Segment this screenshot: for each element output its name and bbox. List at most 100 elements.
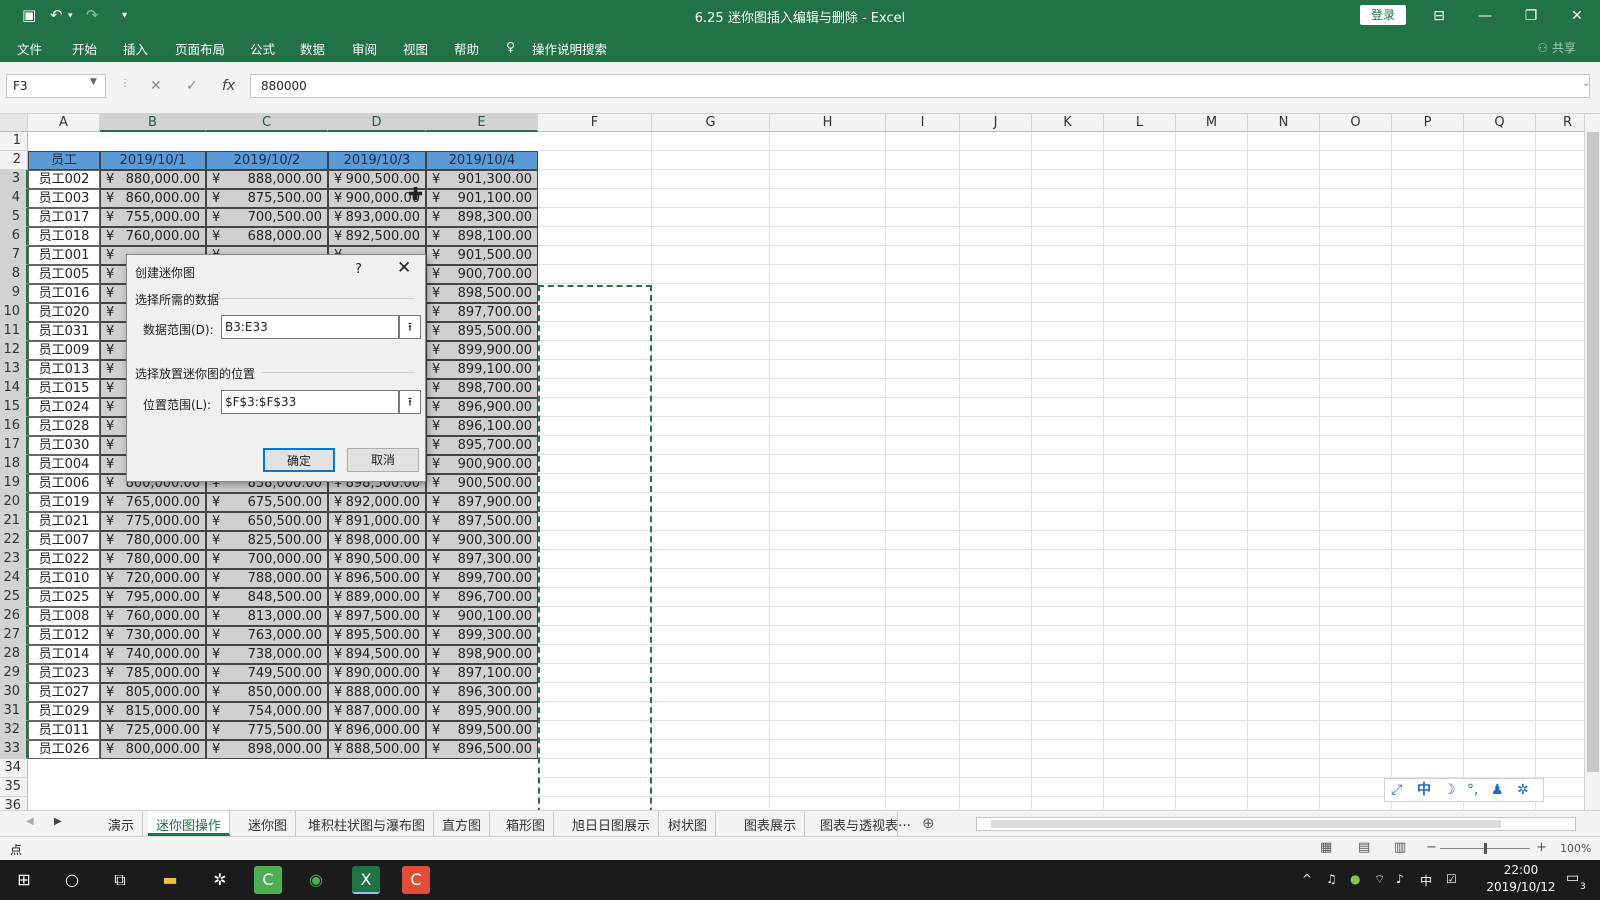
empty-cell[interactable] [1104, 151, 1176, 170]
empty-cell[interactable] [1464, 759, 1536, 778]
zoom-slider-thumb[interactable] [1484, 843, 1487, 854]
empty-cell[interactable] [886, 550, 960, 569]
row-header[interactable]: 30 [0, 683, 28, 702]
tab-file[interactable]: 文件 [17, 39, 42, 58]
empty-cell[interactable] [1032, 455, 1104, 474]
row-header[interactable]: 15 [0, 398, 28, 417]
empty-cell[interactable] [1032, 360, 1104, 379]
amount-cell[interactable]: ¥897,900.00 [426, 493, 538, 512]
empty-cell[interactable] [652, 170, 770, 189]
empty-cell[interactable] [1536, 759, 1584, 778]
amount-cell[interactable]: ¥896,300.00 [426, 683, 538, 702]
empty-cell[interactable] [1248, 170, 1320, 189]
amount-cell[interactable]: ¥892,500.00 [328, 227, 426, 246]
empty-cell[interactable] [1176, 189, 1248, 208]
empty-cell[interactable] [960, 607, 1032, 626]
empty-cell[interactable] [1536, 702, 1584, 721]
amount-cell[interactable]: ¥895,500.00 [426, 322, 538, 341]
empty-cell[interactable] [770, 208, 886, 227]
sheet-tab[interactable]: 迷你图操作 [148, 811, 231, 836]
name-box-dropdown-icon[interactable]: ▼ [90, 77, 97, 87]
undo-icon[interactable]: ↶ [50, 6, 63, 24]
empty-cell[interactable] [1248, 721, 1320, 740]
empty-cell[interactable] [1392, 702, 1464, 721]
amount-cell[interactable]: ¥815,000.00 [100, 702, 206, 721]
empty-cell[interactable] [770, 284, 886, 303]
moon-icon[interactable]: ☽ [1443, 779, 1456, 801]
row-header[interactable]: 7 [0, 246, 28, 265]
empty-cell[interactable] [1176, 664, 1248, 683]
amount-cell[interactable]: ¥754,000.00 [206, 702, 328, 721]
column-header[interactable]: P [1392, 114, 1464, 132]
notifications-icon[interactable]: ▭ [1566, 870, 1579, 886]
insert-function-icon[interactable]: fx [222, 78, 235, 94]
close-button[interactable]: ✕ [1554, 0, 1600, 32]
column-header[interactable]: I [886, 114, 960, 132]
empty-cell[interactable] [1536, 721, 1584, 740]
empty-cell[interactable] [1464, 436, 1536, 455]
empty-cell[interactable] [886, 284, 960, 303]
empty-cell[interactable] [1248, 683, 1320, 702]
empty-cell[interactable] [652, 797, 770, 810]
empty-cell[interactable] [652, 512, 770, 531]
empty-cell[interactable] [1032, 284, 1104, 303]
empty-cell[interactable] [1248, 417, 1320, 436]
amount-cell[interactable]: ¥901,300.00 [426, 170, 538, 189]
empty-cell[interactable] [1392, 170, 1464, 189]
empty-cell[interactable] [1320, 474, 1392, 493]
empty-cell[interactable] [652, 569, 770, 588]
amount-cell[interactable]: ¥720,000.00 [100, 569, 206, 588]
empty-cell[interactable] [652, 531, 770, 550]
empty-cell[interactable] [1248, 246, 1320, 265]
empty-cell[interactable] [1104, 360, 1176, 379]
data-range-input[interactable]: B3:E33 [221, 315, 399, 339]
empty-cell[interactable] [1176, 227, 1248, 246]
empty-cell[interactable] [1032, 797, 1104, 810]
amount-cell[interactable]: ¥899,900.00 [426, 341, 538, 360]
empty-cell[interactable] [1104, 341, 1176, 360]
column-header[interactable]: R [1536, 114, 1584, 132]
empty-cell[interactable] [886, 417, 960, 436]
amount-cell[interactable]: ¥875,500.00 [206, 189, 328, 208]
cancel-button[interactable]: 取消 [347, 448, 419, 472]
amount-cell[interactable]: ¥897,300.00 [426, 550, 538, 569]
empty-cell[interactable] [1536, 740, 1584, 759]
empty-cell[interactable] [1392, 607, 1464, 626]
empty-cell[interactable] [960, 246, 1032, 265]
vertical-scroll-thumb[interactable] [1587, 132, 1599, 772]
employee-name-cell[interactable]: 员工001 [28, 246, 100, 265]
zoom-in-icon[interactable]: + [1536, 840, 1547, 855]
empty-cell[interactable] [1104, 189, 1176, 208]
amount-cell[interactable]: ¥890,000.00 [328, 664, 426, 683]
sheet-tab[interactable]: 直方图 [434, 811, 491, 836]
empty-cell[interactable] [960, 512, 1032, 531]
amount-cell[interactable]: ¥825,500.00 [206, 531, 328, 550]
empty-cell[interactable] [652, 474, 770, 493]
ime-settings-icon[interactable]: ⤢ [1391, 779, 1402, 801]
empty-cell[interactable] [1248, 550, 1320, 569]
empty-cell[interactable] [1176, 759, 1248, 778]
empty-cell[interactable] [1392, 531, 1464, 550]
amount-cell[interactable]: ¥780,000.00 [100, 531, 206, 550]
empty-cell[interactable] [886, 645, 960, 664]
empty-cell[interactable] [1320, 683, 1392, 702]
empty-cell[interactable] [886, 189, 960, 208]
employee-name-cell[interactable]: 员工027 [28, 683, 100, 702]
employee-name-cell[interactable]: 员工024 [28, 398, 100, 417]
empty-cell[interactable] [652, 246, 770, 265]
empty-cell[interactable] [960, 132, 1032, 151]
empty-cell[interactable] [652, 626, 770, 645]
amount-cell[interactable]: ¥900,900.00 [426, 455, 538, 474]
empty-cell[interactable] [1536, 588, 1584, 607]
amount-cell[interactable]: ¥901,100.00 [426, 189, 538, 208]
empty-cell[interactable] [770, 664, 886, 683]
empty-cell[interactable] [770, 512, 886, 531]
amount-cell[interactable]: ¥805,000.00 [100, 683, 206, 702]
employee-name-cell[interactable]: 员工006 [28, 474, 100, 493]
amount-cell[interactable]: ¥895,700.00 [426, 436, 538, 455]
empty-cell[interactable] [1104, 132, 1176, 151]
empty-cell[interactable] [1536, 132, 1584, 151]
amount-cell[interactable]: ¥888,500.00 [328, 740, 426, 759]
empty-cell[interactable] [1032, 170, 1104, 189]
empty-cell[interactable] [1536, 550, 1584, 569]
